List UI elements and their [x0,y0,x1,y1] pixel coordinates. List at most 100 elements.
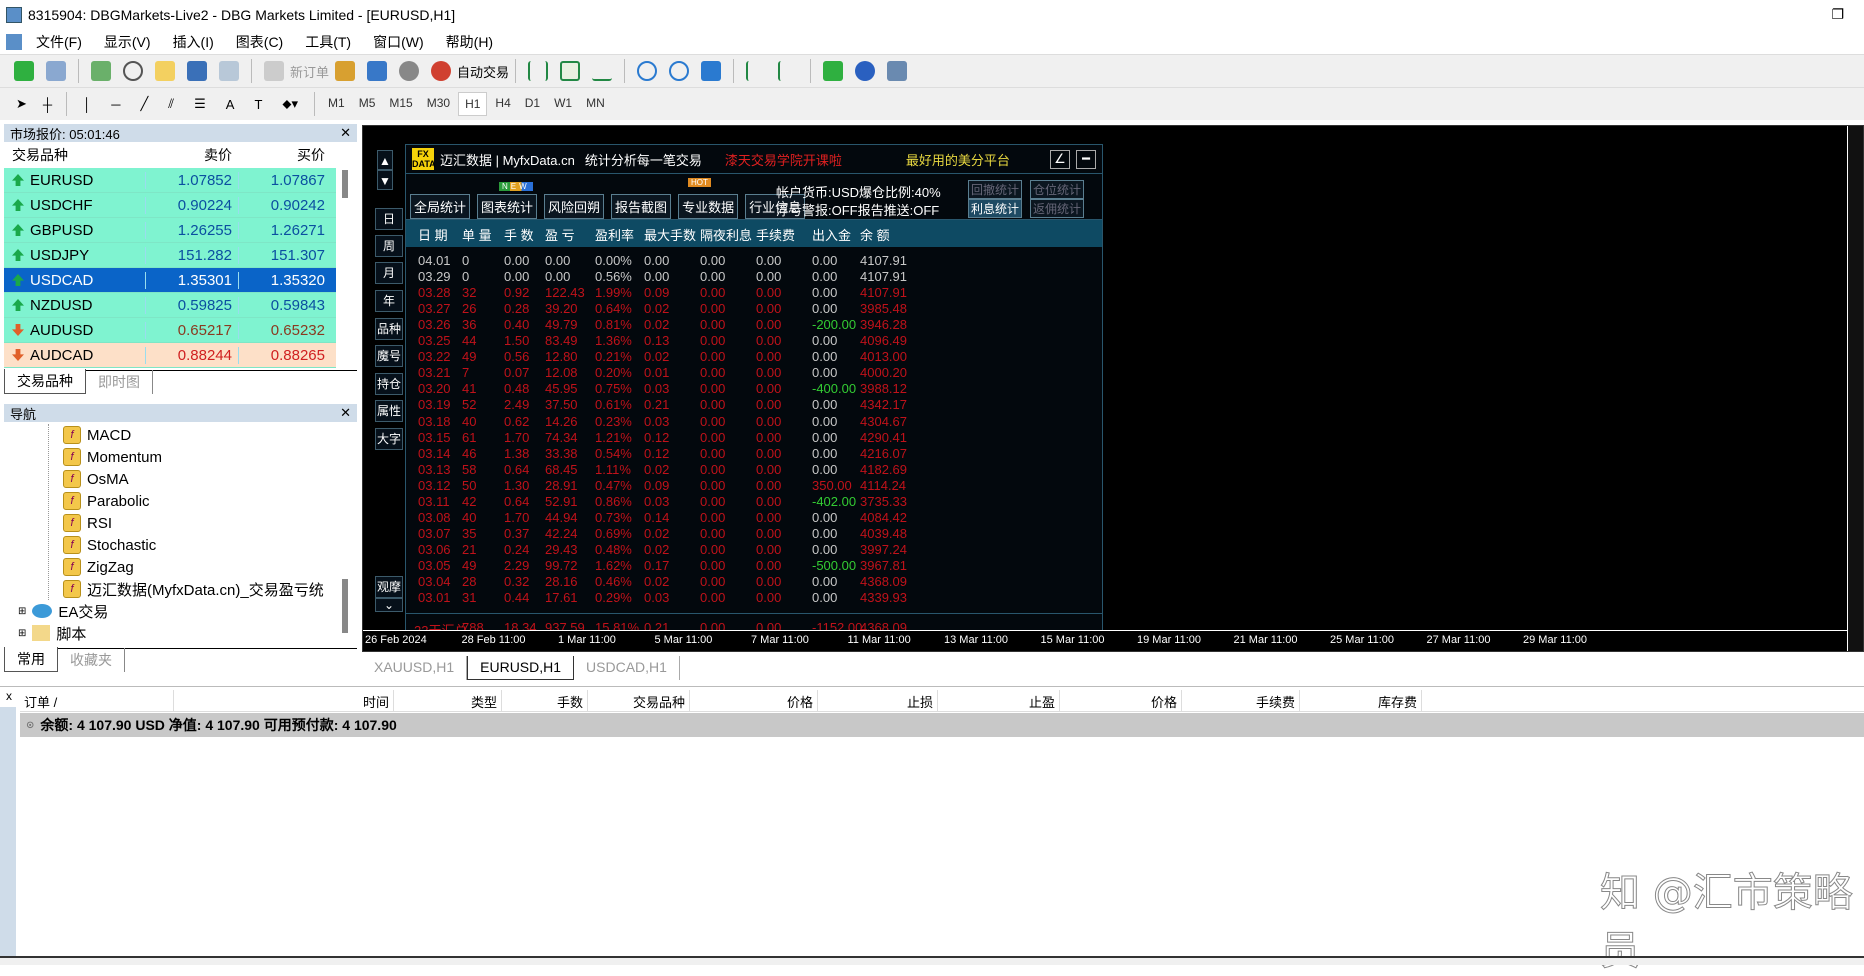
zoom-in-icon[interactable] [637,61,658,81]
symbol-row[interactable]: USDJPY 151.282 151.307 [4,243,336,268]
navigator-item[interactable]: f Stochastic [49,534,357,556]
orders-column-header[interactable]: 手数 [502,690,588,711]
minimize-icon[interactable]: ━ [1076,150,1096,169]
column-header[interactable]: 最大手数 [644,225,696,244]
market-watch-icon[interactable] [91,61,111,81]
timeframe-h4[interactable]: H4 [489,92,516,116]
chart-tab[interactable]: XAUUSD,H1 [362,656,468,680]
side-button-observe[interactable]: 观摩 [375,576,403,598]
crosshair-icon[interactable]: ┼ [43,97,52,112]
menu-file[interactable]: 文件(F) [36,32,82,52]
signals-icon[interactable] [367,61,388,81]
symbol-row[interactable]: GBPUSD 1.26255 1.26271 [4,218,336,243]
menu-tools[interactable]: 工具(T) [305,32,351,52]
promo-link[interactable]: 漆天交易学院开课啦 [725,150,842,169]
document-icon[interactable] [6,33,22,50]
chart-window[interactable]: ▲ ▼ 日周月年品种 魔号 持仓 属性 大字 观摩 ⌄ FX DATA 迈汇数据 | My… [362,125,1864,652]
text-label-icon[interactable]: T [254,97,262,112]
timeframe-m5[interactable]: M5 [353,92,382,116]
balance-row[interactable]: ⊙ 余额: 4 107.90 USD 净值: 4 107.90 可用预付款: 4 … [20,713,1864,737]
menu-charts[interactable]: 图表(C) [236,32,283,52]
chevron-down-icon[interactable]: ⌄ [375,598,403,612]
chart-shift-icon[interactable] [778,61,798,81]
side-button[interactable]: 魔号 [375,345,403,367]
strategy-tester-icon[interactable] [219,61,239,81]
crosshair-target-icon[interactable] [123,61,143,81]
horizontal-line-icon[interactable]: ─ [111,97,120,112]
navigator-item[interactable]: f OsMA [49,468,357,490]
rebate-stats-button[interactable]: 返佣统计 [1030,199,1085,218]
orders-column-header[interactable]: 交易品种 [588,690,690,711]
drawdown-stats-button[interactable]: 回撤统计 [968,180,1023,199]
timeframe-m30[interactable]: M30 [421,92,456,116]
tile-windows-icon[interactable] [701,61,722,81]
orders-column-header[interactable]: 止盈 [938,690,1060,711]
orders-column-header[interactable]: 时间 [174,690,394,711]
cursor-icon[interactable]: ➤ [16,96,27,112]
arrows-icon[interactable]: ⬥▾ [282,96,298,112]
close-icon[interactable]: x [6,689,12,703]
tab-tick-chart[interactable]: 即时图 [86,370,153,394]
side-button[interactable]: 属性 [375,400,403,422]
menu-window[interactable]: 窗口(W) [373,32,424,52]
side-button[interactable]: 品种 [375,318,403,340]
symbol-row[interactable]: NZDUSD 0.59825 0.59843 [4,293,336,318]
navigator-item[interactable]: f 迈汇数据(MyfxData.cn)_交易盈亏统 [49,578,357,600]
menu-insert[interactable]: 插入(I) [173,32,214,52]
chart-tab[interactable]: USDCAD,H1 [574,656,680,680]
navigator-item[interactable]: f Parabolic [49,490,357,512]
timeframe-h1[interactable]: H1 [458,92,488,116]
close-icon[interactable]: ✕ [340,125,351,141]
market-icon[interactable] [399,61,420,81]
scroll-down-button[interactable]: ▼ [377,170,393,190]
navigator-item[interactable]: f ZigZag [49,556,357,578]
terminal-icon[interactable] [187,61,207,81]
side-button[interactable]: 年 [375,290,403,312]
auto-trading-button[interactable]: 自动交易 [457,62,509,81]
orders-column-header[interactable]: 订单 / [20,690,174,711]
metaeditor-icon[interactable] [335,61,356,81]
navigator-item[interactable]: f MACD [49,424,357,446]
symbol-row[interactable]: AUDUSD 0.65217 0.65232 [4,318,336,343]
col-bid[interactable]: 卖价 [145,145,238,165]
column-header[interactable]: 单 量 [462,225,492,244]
orders-column-header[interactable]: 止损 [818,690,938,711]
panel-button[interactable]: 风险回朔 [544,194,605,219]
orders-column-header[interactable]: 手续费 [1182,690,1300,711]
symbol-row[interactable]: AUDCAD 0.88244 0.88265 [4,343,336,368]
zoom-out-icon[interactable] [669,61,690,81]
new-order-button[interactable]: 新订单 [290,62,329,81]
symbol-row[interactable]: EURUSD 1.07852 1.07867 [4,168,336,193]
scrollbar[interactable] [342,170,348,198]
vertical-line-icon[interactable]: │ [83,97,91,112]
trendline-icon[interactable]: ╱ [140,96,148,112]
side-button[interactable]: 大字 [375,428,403,450]
column-header[interactable]: 盈 亏 [545,225,575,244]
periods-clock-icon[interactable] [855,61,876,81]
fibonacci-icon[interactable]: ☰ [194,96,206,112]
tab-common[interactable]: 常用 [4,647,58,672]
column-header[interactable]: 余 额 [860,225,890,244]
edit-icon[interactable]: ∠ [1050,150,1070,169]
timeframe-m1[interactable]: M1 [322,92,351,116]
col-ask[interactable]: 买价 [238,145,331,165]
price-scale[interactable] [1847,126,1863,651]
auto-scroll-icon[interactable] [746,61,766,81]
candlestick-icon[interactable] [560,61,581,81]
chart-tab[interactable]: EURUSD,H1 [467,656,575,680]
navigator-item[interactable]: f RSI [49,512,357,534]
scroll-up-button[interactable]: ▲ [377,150,393,170]
panel-button[interactable]: 报告截图 [611,194,672,219]
panel-button[interactable]: 专业数据 [678,194,739,219]
equidistant-channel-icon[interactable]: ⫽ [168,96,174,112]
auto-trading-icon[interactable] [431,61,452,81]
folder-scripts[interactable]: ⊞ 脚本 [4,622,357,644]
menu-help[interactable]: 帮助(H) [446,32,493,52]
navigator-item[interactable]: f Momentum [49,446,357,468]
position-stats-button[interactable]: 仓位统计 [1030,180,1085,199]
templates-icon[interactable] [887,61,908,81]
side-button[interactable]: 月 [375,262,403,284]
navigator-icon[interactable] [155,61,175,81]
orders-column-header[interactable]: 价格 [690,690,818,711]
timeframe-m15[interactable]: M15 [383,92,418,116]
